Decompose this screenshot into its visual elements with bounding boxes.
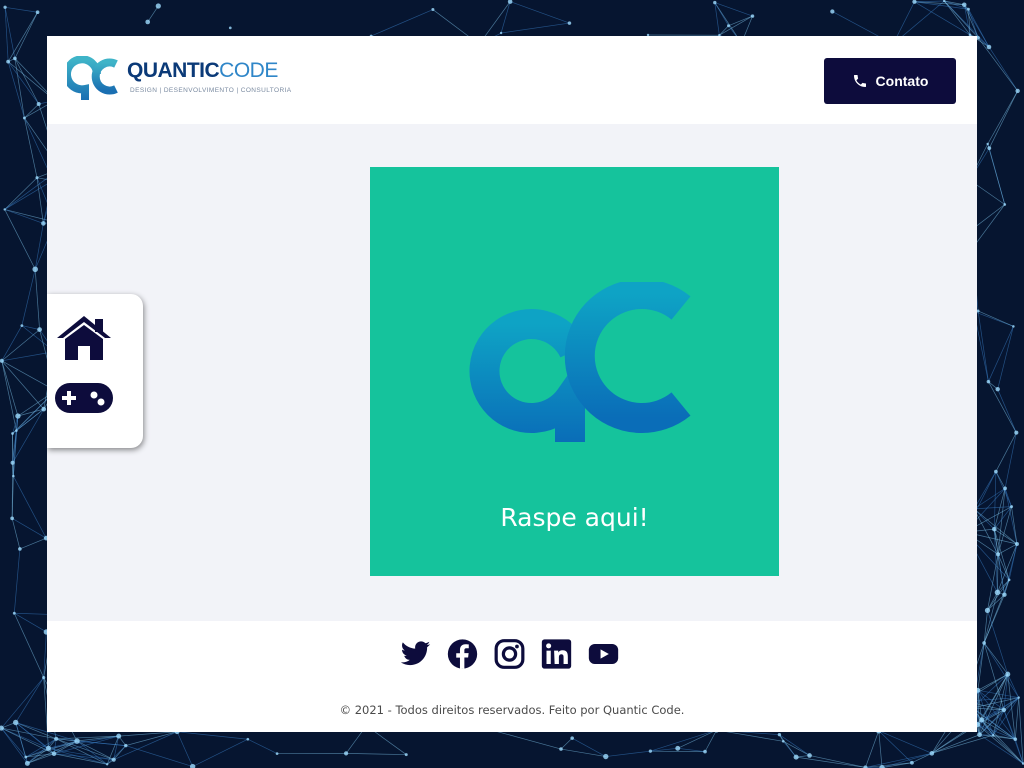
brand-tagline: DESIGN | DESENVOLVIMENTO | CONSULTORIA	[130, 87, 292, 94]
sidebar	[47, 294, 143, 448]
linkedin-icon[interactable]	[540, 638, 573, 670]
contact-label: Contato	[875, 73, 929, 89]
gamepad-icon[interactable]	[55, 383, 113, 417]
qc-logo-icon	[63, 55, 118, 100]
facebook-icon[interactable]	[446, 638, 479, 670]
footer: © 2021 - Todos direitos reservados. Feit…	[47, 621, 977, 732]
social-links	[399, 638, 620, 670]
scratch-label: Raspe aqui!	[500, 503, 649, 532]
twitter-icon[interactable]	[399, 638, 432, 670]
qc-logo-icon	[469, 282, 691, 442]
phone-icon	[853, 75, 866, 87]
copyright-text: © 2021 - Todos direitos reservados. Feit…	[339, 703, 685, 717]
home-icon[interactable]	[54, 313, 114, 363]
brand-name: QUANTICCODE	[127, 59, 278, 82]
header: QUANTICCODE DESIGN | DESENVOLVIMENTO | C…	[47, 36, 977, 124]
page-frame: QUANTICCODE DESIGN | DESENVOLVIMENTO | C…	[47, 36, 977, 732]
youtube-icon[interactable]	[587, 638, 620, 670]
instagram-icon[interactable]	[493, 638, 526, 670]
brand-logo[interactable]: QUANTICCODE DESIGN | DESENVOLVIMENTO | C…	[63, 55, 307, 102]
contact-button[interactable]: Contato	[824, 58, 956, 104]
scratch-card[interactable]: Raspe aqui!	[370, 167, 779, 576]
